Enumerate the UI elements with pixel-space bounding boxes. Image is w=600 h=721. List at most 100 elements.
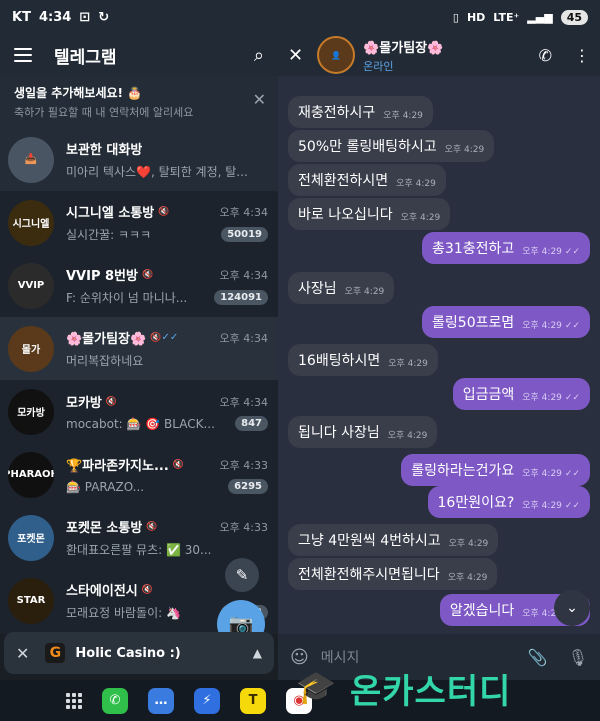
outgoing-message[interactable]: 입금금액 오후 4:29 ✓✓ [452,378,590,410]
message-text: 사장님 [298,281,337,297]
microphone-icon[interactable]: 🎙 [568,648,588,667]
message-time: 오후 4:29 [383,111,423,121]
screenshot-icon: ⊡ [79,9,91,25]
chat-preview: 미아리 텍사스❤️, 탈퇴한 계정, 탈... [66,165,248,179]
status-bar: KT 4:34 ⊡ ↻ ▯ HD LTE⁺ ▂▄▆ 45 [0,0,600,34]
message-text: 그냥 4만원씩 4번하시고 [298,533,441,549]
message-time: 오후 4:29 [522,393,562,403]
message-time: 오후 4:29 [447,573,488,583]
unread-badge: 847 [235,416,268,431]
message-time: 오후 4:29 [522,247,562,257]
chat-time: 오후 4:34 [219,395,268,409]
message-time: 오후 4:29 [522,321,562,331]
message-text: 50%만 롤링배팅하시고 [298,139,437,155]
incoming-message[interactable]: 50%만 롤링배팅하시고 오후 4:29 [288,130,495,162]
messages-app-icon[interactable]: … [148,687,174,714]
incoming-message[interactable]: 그냥 4만원씩 4번하시고 오후 4:29 [288,524,499,556]
incoming-message[interactable]: 16배팅하시면 오후 4:29 [288,344,438,376]
read-checkmarks-icon: ✓✓ [161,332,179,343]
message-list: 재충전하시구 오후 4:29 50%만 롤링배팅하시고 오후 4:29 전체환전하시… [278,76,600,634]
chat-preview: 🎰 PARAZO... [66,479,145,494]
close-icon[interactable]: ✕ [16,644,29,663]
close-icon[interactable]: ✕ [253,90,266,109]
clock: 4:34 [38,9,72,25]
chat-list: 📥 보관한 대화방 미아리 텍사스❤️, 탈퇴한 계정, 탈... 시그니엘 시… [0,128,278,632]
chat-name: 🏆파라존카지노... [66,459,169,474]
app-title: 텔레그램 [54,47,117,68]
muted-icon: 🔇 [141,584,153,595]
phone-icon[interactable]: ✆ [539,46,552,65]
close-icon[interactable]: ✕ [288,45,303,66]
contact-name: 🌸몰가팀장🌸 [363,40,444,56]
chat-time: 오후 4:34 [219,205,268,219]
menu-icon[interactable] [14,48,32,62]
message-text: 16배팅하시면 [298,353,381,369]
outgoing-message[interactable]: 롤링하라는건가요 오후 4:29 ✓✓ [401,454,590,486]
muted-icon: 🔇 [141,269,154,280]
chat-preview: 환대표오른팔 뮤츠: ✅ 30... [66,543,212,557]
muted-icon: 🔇 [150,332,162,343]
battery-indicator: 45 [560,9,588,25]
chat-time: 오후 4:34 [219,331,268,345]
mini-player[interactable]: ✕ G Holic Casino :) ▲ [4,632,274,674]
chat-time: 오후 4:33 [219,458,268,472]
read-checkmarks-icon: ✓✓ [564,469,580,479]
outgoing-message[interactable]: 16만원이요? 오후 4:29 ✓✓ [427,486,590,518]
outgoing-message[interactable]: 총31충전하고 오후 4:29 ✓✓ [422,232,590,264]
chat-list-item[interactable]: 모카방 모카방 🔇 오후 4:34 mocabot: 🎰 🎯 BLACK... … [0,380,278,443]
messenger-app-icon[interactable]: ⚡ [194,687,220,714]
incoming-message[interactable]: 사장님 오후 4:29 [288,272,395,304]
chat-preview: F: 순위차이 넘 마니나... [66,291,188,305]
scroll-down-button[interactable]: ⌄ [554,590,590,626]
incoming-message[interactable]: 바로 나오십니다 오후 4:29 [288,198,451,230]
message-text: 바로 나오십니다 [298,207,393,223]
chat-list-item[interactable]: PHARAOH 🏆파라존카지노... 🔇 오후 4:33 🎰 PARAZO...… [0,443,278,506]
avatar[interactable]: 👤 [317,36,356,74]
read-checkmarks-icon: ✓✓ [564,247,580,257]
message-time: 오후 4:29 [344,287,385,297]
archived-chats-item[interactable]: 📥 보관한 대화방 미아리 텍사스❤️, 탈퇴한 계정, 탈... [0,128,278,191]
chat-name: 🌸몰가팀장🌸 [66,332,147,347]
chat-list-item[interactable]: 몰가 🌸몰가팀장🌸 🔇 ✓✓ 오후 4:34 머리복잡하네요 [0,317,278,380]
contact-info[interactable]: 🌸몰가팀장🌸 온라인 [363,37,443,74]
incoming-message[interactable]: 됩니다 사장님 오후 4:29 [288,416,438,448]
chat-preview: 머리복잡하네요 [66,354,144,368]
chat-list-item[interactable]: VVIP VVIP 8번방 🔇 오후 4:34 F: 순위차이 넘 마니나...… [0,254,278,317]
chat-preview: 실시간꿀: ㅋㅋㅋ [66,228,152,242]
search-icon[interactable]: ⌕ [254,45,264,66]
message-text: 롤링50프로몀 [432,315,515,331]
incoming-message[interactable]: 전체환전해주시면됩니다 오후 4:29 [288,558,498,590]
chat-name: 포켓몬 소통방 [66,521,143,536]
app-drawer-icon[interactable] [66,692,82,709]
message-text: 총31충전하고 [432,241,515,257]
watermark: 온카스터디 [350,672,512,712]
chat-list-header: 텔레그램 ⌕ [0,34,278,76]
kakaotalk-app-icon[interactable]: T [240,687,266,714]
compose-pencil-button[interactable]: ✎ [225,558,259,592]
hd-icon: HD [466,10,486,24]
chat-list-item[interactable]: 시그니엘 시그니엘 소통방 🔇 오후 4:34 실시간꿀: ㅋㅋㅋ 50019 [0,191,278,254]
message-text: 전체환전해주시면됩니다 [298,567,440,583]
message-time: 오후 4:29 [400,213,441,223]
chat-preview: mocabot: 🎰 🎯 BLACK... [66,416,215,431]
unread-badge: 124091 [214,290,268,305]
more-options-icon[interactable]: ⋮ [574,46,590,65]
birthday-banner[interactable]: 생일을 추가해보세요! 🎂 축하가 필요할 때 내 연락처에 알리세요 ✕ [0,76,278,128]
incoming-message[interactable]: 전체환전하시면 오후 4:29 [288,164,446,196]
read-checkmarks-icon: ✓✓ [564,321,580,331]
incoming-message[interactable]: 재충전하시구 오후 4:29 [288,96,433,128]
muted-icon: 🔇 [105,396,118,407]
avatar: 모카방 [8,388,54,435]
outgoing-message[interactable]: 롤링50프로몀 오후 4:29 ✓✓ [422,306,590,338]
chat-preview: 모래요정 바람돌이: 🦄 [66,606,181,620]
message-time: 오후 4:29 [444,145,485,155]
vibrate-icon: ▯ [452,10,459,24]
message-text: 전체환전하시면 [298,173,389,189]
avatar: VVIP [8,262,54,309]
attach-icon[interactable]: 📎 [528,648,548,667]
emoji-icon[interactable]: ☺ [290,647,309,668]
message-text: 재충전하시구 [298,105,376,121]
chevron-up-icon[interactable]: ▲ [253,646,262,660]
phone-app-icon[interactable]: ✆ [102,687,128,714]
message-text: 입금금액 [462,387,515,403]
